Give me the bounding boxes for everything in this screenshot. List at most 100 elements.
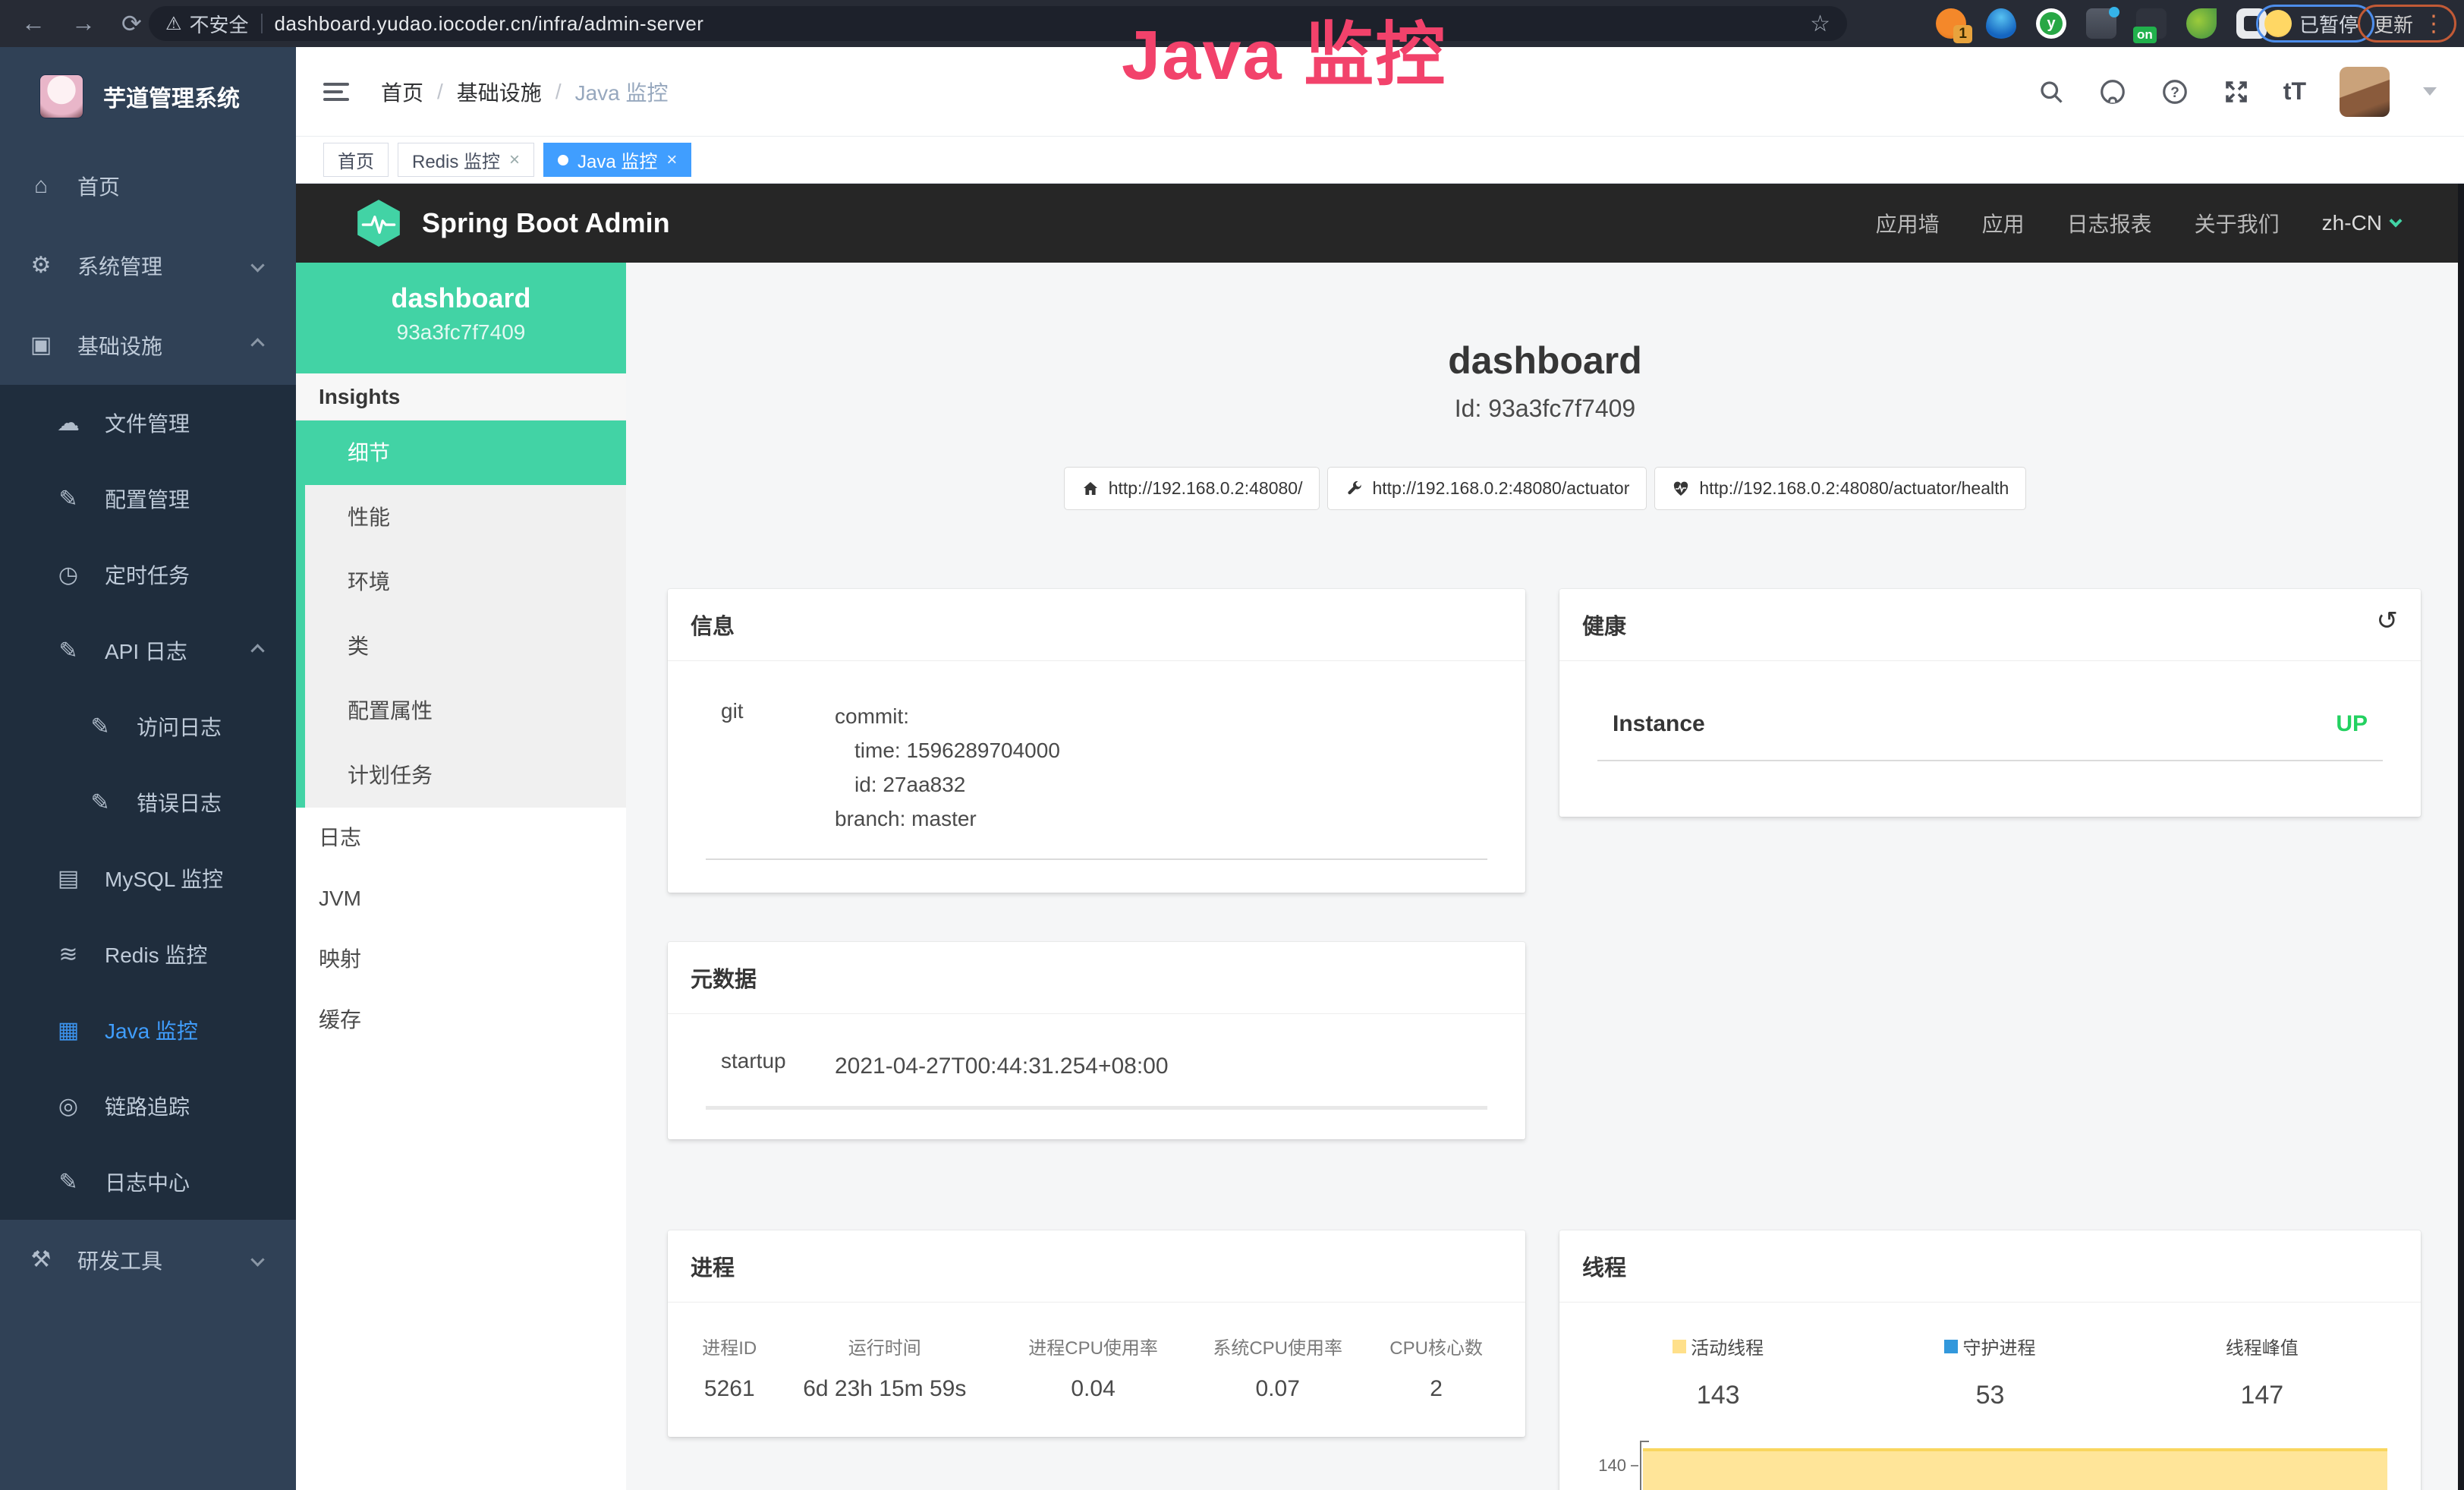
sba-item-logs[interactable]: 日志 <box>296 808 626 868</box>
extension-y-icon[interactable]: y <box>2036 8 2066 39</box>
service-url-button[interactable]: http://192.168.0.2:48080/ <box>1064 467 1320 510</box>
sidebar-item-infrastructure[interactable]: ▣ 基础设施 <box>0 305 296 385</box>
sba-item-environment[interactable]: 环境 <box>305 550 626 614</box>
threads-area-series <box>1643 1448 2387 1490</box>
sba-item-metrics[interactable]: 性能 <box>305 485 626 550</box>
sidebar-item-api-log[interactable]: ✎ API 日志 <box>0 613 296 688</box>
sba-item-jvm[interactable]: JVM <box>296 868 626 929</box>
sba-nav-applications[interactable]: 应用 <box>1982 208 2025 238</box>
instance-links: http://192.168.0.2:48080/ http://192.168… <box>626 467 2464 510</box>
annotation-java-monitor: Java 监控 <box>1122 0 1446 99</box>
sidebar-item-access-log[interactable]: ✎ 访问日志 <box>0 688 296 764</box>
metadata-card: 元数据 startup 2021-04-27T00:44:31.254+08:0… <box>668 942 1525 1139</box>
tags-view-bar: 首页 Redis 监控 × Java 监控 × <box>296 137 2464 184</box>
reload-icon[interactable]: ⟳ <box>121 9 142 38</box>
sba-nav-about[interactable]: 关于我们 <box>2195 208 2280 238</box>
sidebar-item-scheduled-jobs[interactable]: ◷ 定时任务 <box>0 537 296 613</box>
tab-redis-monitor[interactable]: Redis 监控 × <box>398 143 534 177</box>
health-instance-row[interactable]: Instance UP <box>1582 711 2398 737</box>
health-url-button[interactable]: http://192.168.0.2:48080/actuator/health <box>1654 467 2026 510</box>
sidebar-item-home[interactable]: ⌂ 首页 <box>0 146 296 225</box>
sba-item-caches[interactable]: 缓存 <box>296 990 626 1051</box>
y-axis <box>1640 1441 1641 1490</box>
sba-item-details[interactable]: 细节 <box>305 421 626 485</box>
instance-title: dashboard <box>626 263 2464 383</box>
sba-item-config-props[interactable]: 配置属性 <box>305 679 626 743</box>
process-cpu: 0.04 <box>1001 1376 1185 1402</box>
extension-colorzilla-icon[interactable]: 1 <box>1936 8 1966 39</box>
actuator-url-button[interactable]: http://192.168.0.2:48080/actuator <box>1327 467 1647 510</box>
sidebar-item-log-center[interactable]: ✎ 日志中心 <box>0 1144 296 1220</box>
sba-item-scheduled-tasks[interactable]: 计划任务 <box>305 743 626 808</box>
github-icon[interactable] <box>2098 77 2127 106</box>
extension-pin-icon[interactable] <box>1986 8 2016 39</box>
help-icon[interactable]: ? <box>2160 77 2189 106</box>
update-label: 更新 <box>2374 10 2413 38</box>
threads-card-title: 线程 <box>1559 1230 2421 1303</box>
back-icon[interactable]: ← <box>21 9 46 38</box>
sidebar-item-file-mgmt[interactable]: ☁ 文件管理 <box>0 385 296 461</box>
app-sidebar: 芋道管理系统 ⌂ 首页 ⚙ 系统管理 ▣ 基础设施 <box>0 47 296 1490</box>
hamburger-icon[interactable] <box>323 78 349 106</box>
sba-item-classes[interactable]: 类 <box>305 614 626 679</box>
browser-menu-icon[interactable]: ⋮ <box>2422 11 2445 37</box>
info-key-git: git <box>691 699 835 836</box>
row-divider <box>706 1106 1487 1110</box>
not-secure-label[interactable]: 不安全 <box>190 10 249 38</box>
extension-grid-icon[interactable] <box>2086 8 2116 39</box>
sba-header: Spring Boot Admin 应用墙 应用 日志报表 关于我们 zh-CN <box>296 184 2464 263</box>
breadcrumb-home[interactable]: 首页 <box>381 77 423 107</box>
sidebar-item-mysql-monitor[interactable]: ▤ MySQL 监控 <box>0 840 296 916</box>
bookmark-star-icon[interactable]: ☆ <box>1810 11 1830 37</box>
sba-brand[interactable]: Spring Boot Admin <box>354 198 670 248</box>
extension-switch-icon[interactable]: on <box>2136 8 2167 39</box>
profile-paused-badge[interactable]: 已暂停 <box>2256 5 2374 43</box>
sba-nav-wallboard[interactable]: 应用墙 <box>1876 208 1940 238</box>
search-icon[interactable] <box>2038 78 2065 106</box>
process-uptime: 6d 23h 15m 59s <box>769 1376 1001 1402</box>
health-card: 健康 ↺ Instance UP <box>1559 589 2421 817</box>
sidebar-item-tracing[interactable]: ◎ 链路追踪 <box>0 1068 296 1144</box>
health-card-header: 健康 ↺ <box>1559 589 2421 661</box>
browser-update-button[interactable]: 更新 ⋮ <box>2358 5 2456 43</box>
sba-locale-select[interactable]: zh-CN <box>2322 211 2400 235</box>
chevron-down-icon <box>2390 215 2403 228</box>
forward-icon[interactable]: → <box>71 9 96 38</box>
url-text[interactable]: dashboard.yudao.iocoder.cn/infra/admin-s… <box>275 12 704 36</box>
sidebar-item-config-mgmt[interactable]: ✎ 配置管理 <box>0 461 296 537</box>
fullscreen-icon[interactable] <box>2223 78 2250 106</box>
not-secure-warning-icon: ⚠ <box>165 13 182 35</box>
sidebar-item-java-monitor[interactable]: ▦ Java 监控 <box>0 992 296 1068</box>
breadcrumb: 首页 / 基础设施 / Java 监控 <box>381 77 669 107</box>
tab-home[interactable]: 首页 <box>323 143 389 177</box>
status-badge: UP <box>2336 711 2368 737</box>
sidebar-item-error-log[interactable]: ✎ 错误日志 <box>0 764 296 840</box>
sba-logo-icon <box>354 198 404 248</box>
url-bar[interactable]: ⚠ 不安全 dashboard.yudao.iocoder.cn/infra/a… <box>149 6 1847 41</box>
sba-nav-journal[interactable]: 日志报表 <box>2067 208 2152 238</box>
sidebar-item-dev-tools[interactable]: ⚒ 研发工具 <box>0 1220 296 1299</box>
close-icon[interactable]: × <box>666 150 677 171</box>
sba-item-mappings[interactable]: 映射 <box>296 929 626 990</box>
paused-label: 已暂停 <box>2299 10 2359 38</box>
history-icon[interactable]: ↺ <box>2377 606 2399 636</box>
legend-live-swatch <box>1673 1340 1686 1353</box>
breadcrumb-infrastructure[interactable]: 基础设施 <box>457 77 542 107</box>
tab-java-monitor[interactable]: Java 监控 × <box>543 143 691 177</box>
sba-instance-header: dashboard 93a3fc7f7409 <box>296 263 626 373</box>
log-icon: ✎ <box>87 789 114 816</box>
sba-group-insights: Insights <box>296 373 626 421</box>
edit-icon: ✎ <box>55 486 82 512</box>
sba-title: Spring Boot Admin <box>422 207 670 239</box>
sidebar-item-system-mgmt[interactable]: ⚙ 系统管理 <box>0 225 296 305</box>
sidebar-item-redis-monitor[interactable]: ≋ Redis 监控 <box>0 916 296 992</box>
sba-insights-group: 细节 性能 环境 类 配置属性 计划任务 <box>296 421 626 808</box>
url-divider <box>261 14 263 33</box>
process-card: 进程 进程ID 运行时间 进程CPU使用率 系统CPU使用率 CPU核心数 <box>668 1230 1525 1437</box>
close-icon[interactable]: × <box>509 150 520 171</box>
user-avatar[interactable] <box>2340 67 2390 117</box>
extension-leaf-icon[interactable] <box>2186 8 2217 39</box>
font-size-icon[interactable]: tT <box>2283 77 2306 106</box>
avatar-caret-icon[interactable] <box>2423 87 2437 96</box>
metadata-key: startup <box>691 1049 835 1083</box>
